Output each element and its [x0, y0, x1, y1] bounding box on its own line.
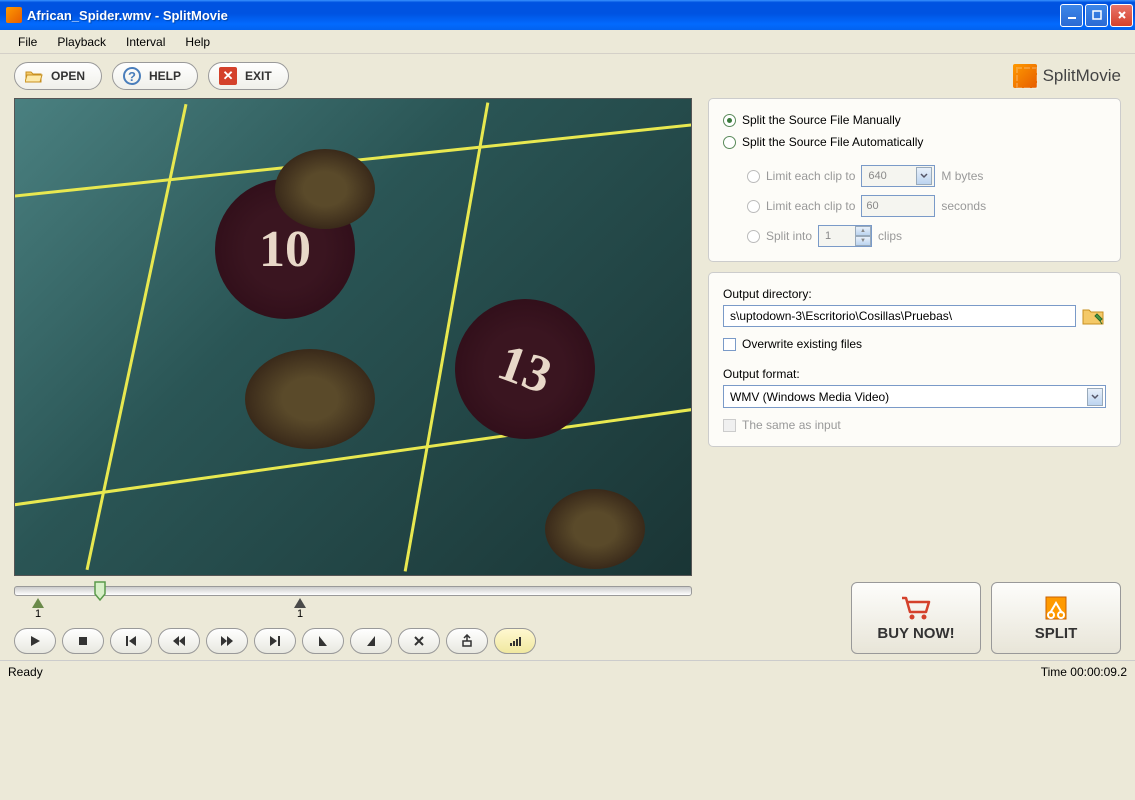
output-format-value: WMV (Windows Media Video) [730, 390, 889, 404]
transport-bar [14, 628, 692, 654]
split-button[interactable]: SPLIT [991, 582, 1121, 654]
app-icon [6, 7, 22, 23]
limit-secs-unit: seconds [941, 199, 986, 213]
folder-open-icon [25, 67, 43, 85]
open-button[interactable]: OPEN [14, 62, 102, 90]
limit-bytes-unit: M bytes [941, 169, 983, 183]
mark-in-button[interactable] [302, 628, 344, 654]
output-panel: Output directory: Overwrite existing fil… [708, 272, 1121, 447]
cart-icon [900, 595, 932, 621]
overwrite-checkbox[interactable] [723, 338, 736, 351]
buy-now-button[interactable]: BUY NOW! [851, 582, 981, 654]
next-frame-button[interactable] [254, 628, 296, 654]
marker-end[interactable]: 1 [294, 598, 306, 620]
toolbar: OPEN ? HELP ✕ EXIT SplitMovie [0, 54, 1135, 98]
output-dir-input[interactable] [723, 305, 1076, 327]
video-preview[interactable]: 10 13 [14, 98, 692, 576]
menu-playback[interactable]: Playback [47, 32, 116, 52]
split-label: SPLIT [1035, 625, 1078, 642]
split-mode-panel: Split the Source File Manually Split the… [708, 98, 1121, 262]
forward-button[interactable] [206, 628, 248, 654]
radio-limit-bytes[interactable] [747, 170, 760, 183]
radio-split-into[interactable] [747, 230, 760, 243]
window-title: African_Spider.wmv - SplitMovie [27, 8, 1060, 23]
menu-interval[interactable]: Interval [116, 32, 175, 52]
output-format-label: Output format: [723, 367, 1106, 381]
split-into-value: 1 [825, 230, 831, 242]
split-into-spinner[interactable]: 1 ▲▼ [818, 225, 872, 247]
radio-auto[interactable] [723, 136, 736, 149]
spinner-down-icon[interactable]: ▼ [855, 236, 871, 246]
delete-marker-button[interactable] [398, 628, 440, 654]
menubar: File Playback Interval Help [0, 30, 1135, 54]
browse-button[interactable] [1082, 306, 1106, 326]
exit-label: EXIT [245, 69, 272, 83]
play-button[interactable] [14, 628, 56, 654]
same-as-input-label: The same as input [742, 418, 841, 432]
exit-icon: ✕ [219, 67, 237, 85]
overwrite-label: Overwrite existing files [742, 337, 862, 351]
split-into-label: Split into [766, 229, 812, 243]
maximize-button[interactable] [1085, 4, 1108, 27]
chevron-down-icon [1087, 388, 1103, 406]
video-object [275, 149, 375, 229]
minimize-button[interactable] [1060, 4, 1083, 27]
radio-manual[interactable] [723, 114, 736, 127]
stop-button[interactable] [62, 628, 104, 654]
exit-button[interactable]: ✕ EXIT [208, 62, 289, 90]
brand-text: SplitMovie [1043, 66, 1121, 86]
same-as-input-checkbox[interactable] [723, 419, 736, 432]
prev-frame-button[interactable] [110, 628, 152, 654]
help-button[interactable]: ? HELP [112, 62, 198, 90]
chevron-down-icon [916, 167, 932, 185]
limit-bytes-label: Limit each clip to [766, 169, 855, 183]
split-icon [1040, 595, 1072, 621]
marker-start[interactable]: 1 [32, 598, 44, 620]
help-label: HELP [149, 69, 181, 83]
status-right: Time 00:00:09.2 [1041, 665, 1127, 679]
marker-end-icon [294, 598, 306, 608]
titlebar[interactable]: African_Spider.wmv - SplitMovie [0, 0, 1135, 30]
radio-auto-label: Split the Source File Automatically [742, 135, 923, 149]
export-button[interactable] [446, 628, 488, 654]
split-into-unit: clips [878, 229, 902, 243]
mark-out-button[interactable] [350, 628, 392, 654]
marker-start-label: 1 [35, 608, 41, 620]
menu-file[interactable]: File [8, 32, 47, 52]
limit-bytes-select[interactable]: 640 [861, 165, 935, 187]
buy-now-label: BUY NOW! [877, 625, 954, 642]
marker-end-label: 1 [297, 608, 303, 620]
brand-icon [1013, 64, 1037, 88]
video-object [545, 489, 645, 569]
marker-start-icon [32, 598, 44, 608]
spinner-up-icon[interactable]: ▲ [855, 226, 871, 236]
output-dir-label: Output directory: [723, 287, 1106, 301]
video-object [245, 349, 375, 449]
timeline-slider[interactable] [14, 586, 692, 596]
rewind-button[interactable] [158, 628, 200, 654]
open-label: OPEN [51, 69, 85, 83]
output-format-select[interactable]: WMV (Windows Media Video) [723, 385, 1106, 408]
limit-secs-input[interactable] [861, 195, 935, 217]
close-button[interactable] [1110, 4, 1133, 27]
limit-secs-label: Limit each clip to [766, 199, 855, 213]
status-left: Ready [8, 665, 43, 679]
brand-logo: SplitMovie [1013, 64, 1121, 88]
video-number-13: 13 [435, 279, 614, 458]
limit-bytes-value: 640 [868, 170, 886, 182]
help-icon: ? [123, 67, 141, 85]
menu-help[interactable]: Help [175, 32, 220, 52]
statusbar: Ready Time 00:00:09.2 [0, 660, 1135, 683]
radio-limit-secs[interactable] [747, 200, 760, 213]
volume-button[interactable] [494, 628, 536, 654]
radio-manual-label: Split the Source File Manually [742, 113, 901, 127]
